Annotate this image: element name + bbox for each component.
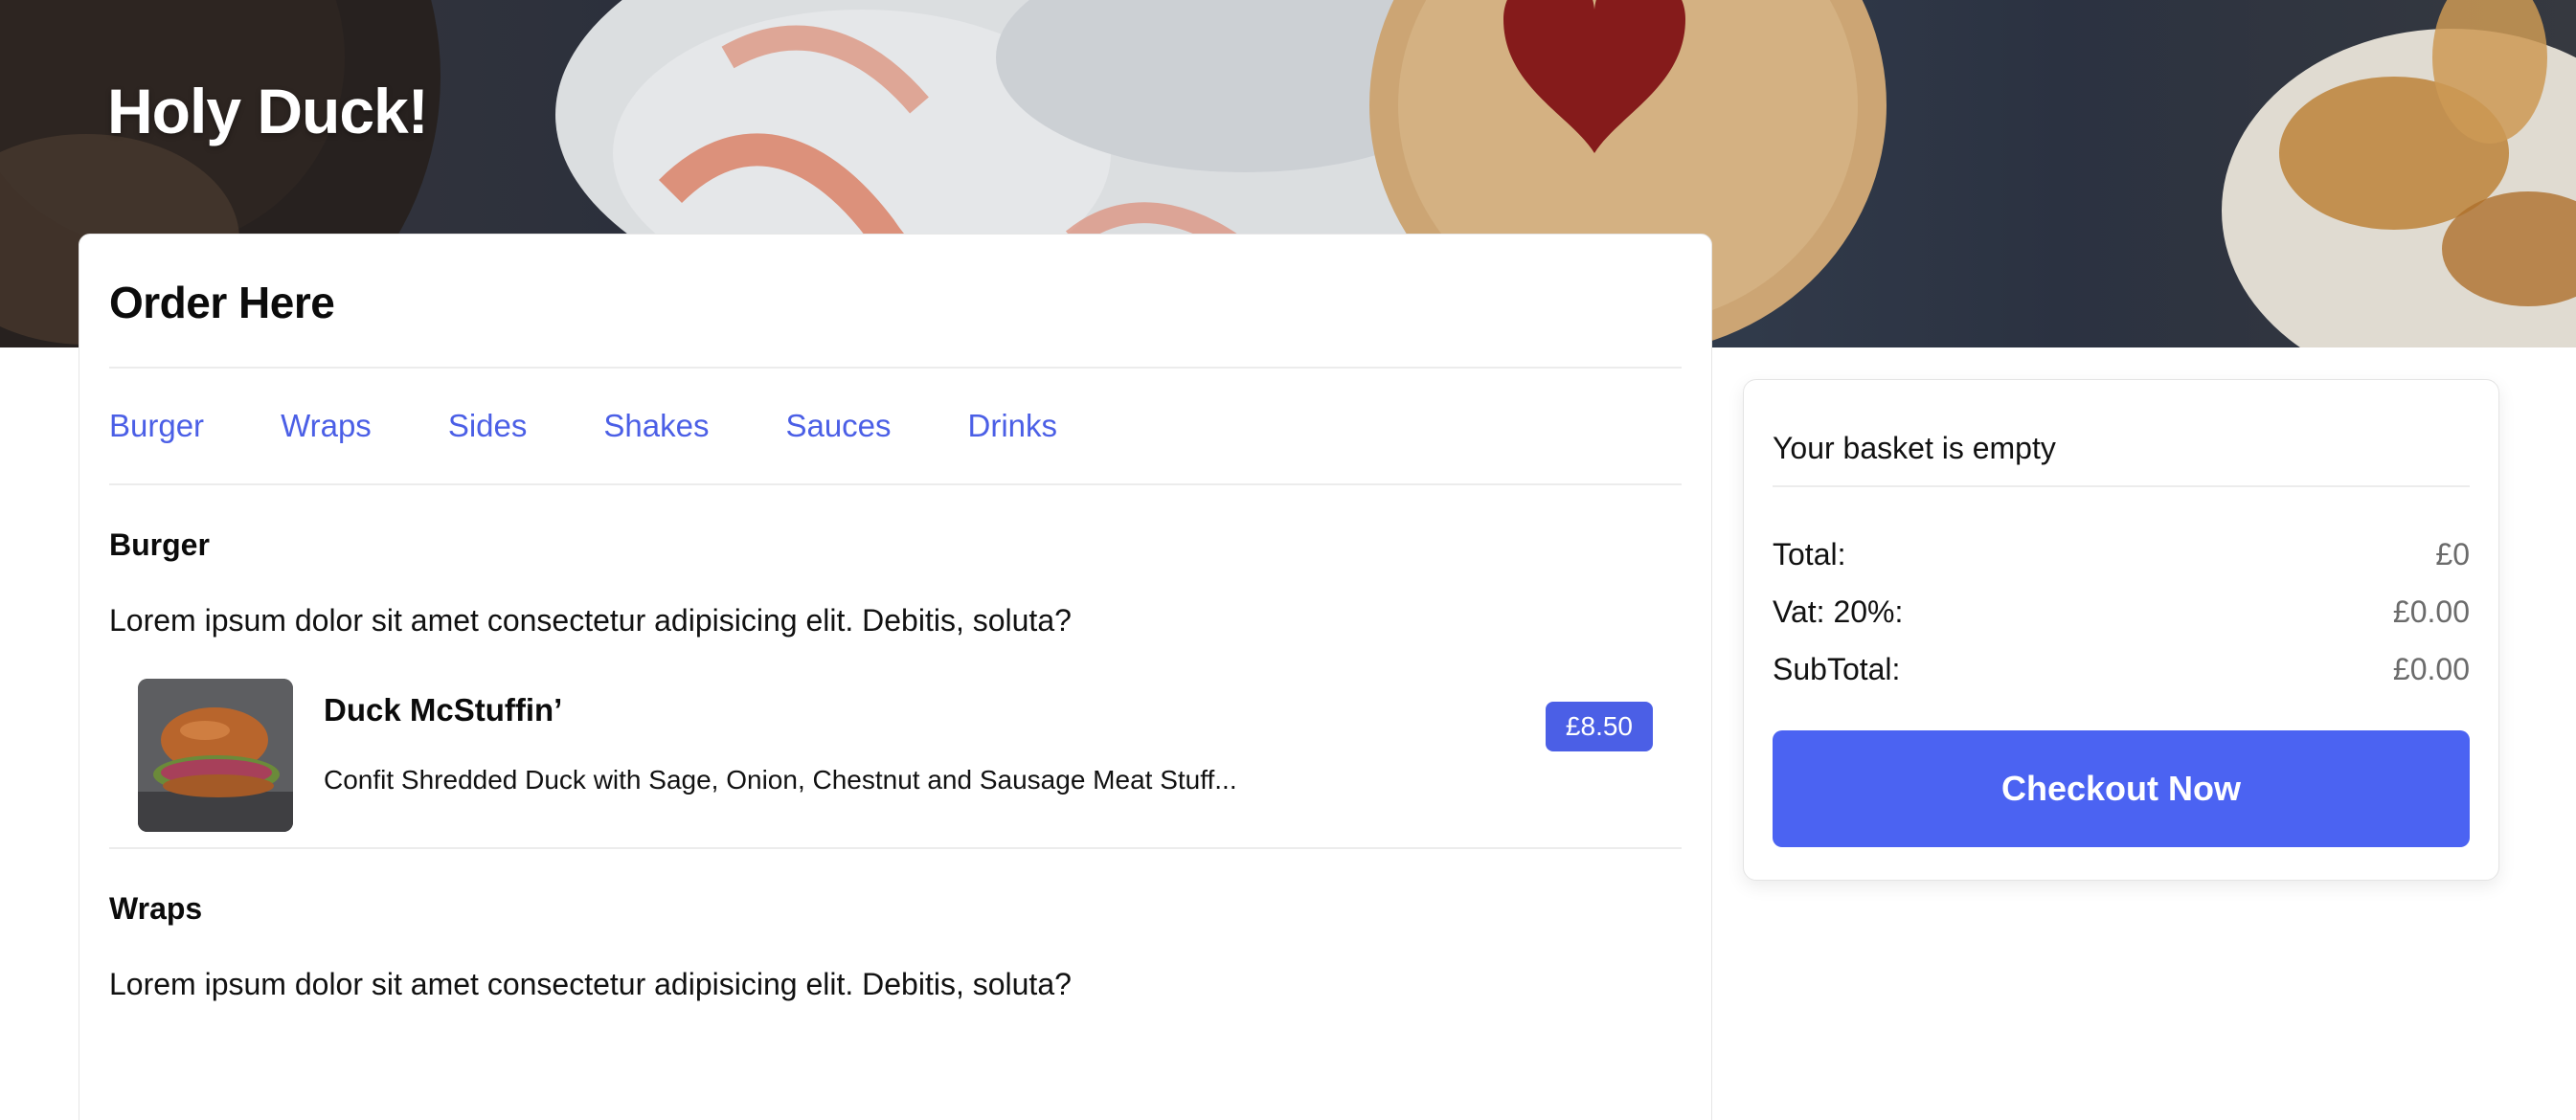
total-label: Total: (1773, 536, 1846, 571)
product-item[interactable]: Duck McStuffin’ Confit Shredded Duck wit… (109, 665, 1682, 849)
product-name: Duck McStuffin’ (324, 692, 563, 728)
product-info: Duck McStuffin’ Confit Shredded Duck wit… (324, 692, 1237, 795)
tab-sides[interactable]: Sides (448, 408, 528, 444)
tab-drinks[interactable]: Drinks (968, 408, 1058, 444)
section-heading: Wraps (109, 891, 203, 926)
tab-burger[interactable]: Burger (109, 408, 204, 444)
brand-title: Holy Duck! (107, 76, 429, 146)
vat-label: Vat: 20%: (1773, 594, 1904, 629)
subtotal-row: SubTotal: £0.00 (1773, 640, 2470, 698)
subtotal-value: £0.00 (2392, 651, 2470, 686)
basket-card: Your basket is empty Total: £0 Vat: 20%:… (1743, 379, 2499, 881)
category-tabs: Burger Wraps Sides Shakes Sauces Drinks (109, 369, 1682, 485)
order-title: Order Here (109, 235, 1682, 369)
basket-status: Your basket is empty (1773, 380, 2470, 487)
vat-row: Vat: 20%: £0.00 (1773, 583, 2470, 640)
section-description: Lorem ipsum dolor sit amet consectetur a… (109, 967, 1072, 1001)
basket-totals: Total: £0 Vat: 20%: £0.00 SubTotal: £0.0… (1773, 526, 2470, 698)
tab-shakes[interactable]: Shakes (603, 408, 709, 444)
tab-sauces[interactable]: Sauces (785, 408, 891, 444)
checkout-button[interactable]: Checkout Now (1773, 730, 2470, 847)
order-card: Order Here Burger Wraps Sides Shakes Sau… (79, 234, 1712, 1120)
total-row: Total: £0 (1773, 526, 2470, 583)
tab-wraps[interactable]: Wraps (281, 408, 372, 444)
vat-value: £0.00 (2392, 594, 2470, 629)
burger-image (138, 679, 293, 832)
product-description: Confit Shredded Duck with Sage, Onion, C… (324, 765, 1237, 795)
section-wraps: Wraps Lorem ipsum dolor sit amet consect… (109, 891, 1682, 1002)
subtotal-label: SubTotal: (1773, 651, 1901, 686)
section-burger: Burger Lorem ipsum dolor sit amet consec… (109, 527, 1682, 849)
price-badge[interactable]: £8.50 (1545, 702, 1653, 751)
section-description: Lorem ipsum dolor sit amet consectetur a… (109, 603, 1072, 638)
total-value: £0 (2435, 536, 2470, 571)
section-heading: Burger (109, 527, 210, 562)
